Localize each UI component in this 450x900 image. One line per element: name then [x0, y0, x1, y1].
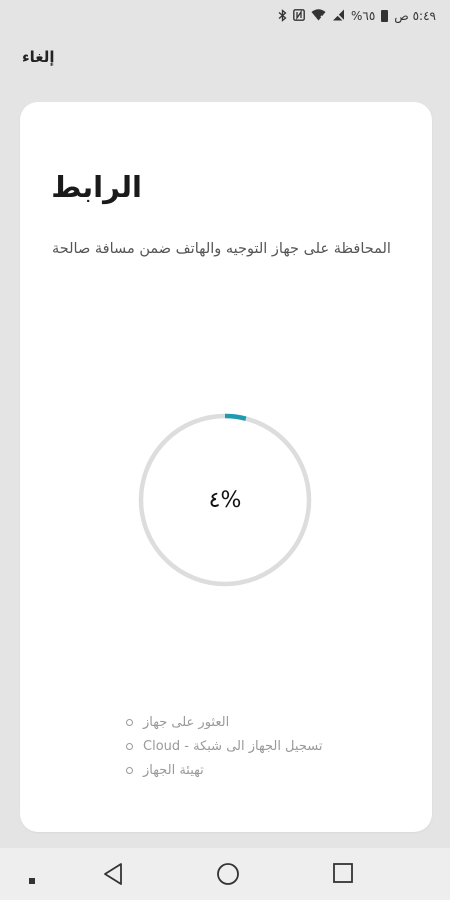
- back-icon[interactable]: [102, 862, 124, 890]
- progress-percent: ٤%: [208, 487, 242, 513]
- step-bullet-icon: [126, 742, 133, 750]
- status-time: ٥:٤٩ ص: [394, 9, 436, 23]
- step-item: تهيئة الجهاز: [126, 758, 322, 782]
- step-bullet-icon: [126, 766, 133, 774]
- wifi-icon: [311, 9, 326, 23]
- page-description: المحافظة على جهاز التوجيه والهاتف ضمن مس…: [52, 241, 391, 257]
- page-title: الرابط: [51, 170, 142, 204]
- step-label: تسجيل الجهاز الى شبكة - Cloud: [143, 738, 323, 754]
- recents-dot-icon[interactable]: [28, 870, 36, 889]
- connection-card: الرابط المحافظة على جهاز التوجيه والهاتف…: [20, 102, 432, 832]
- battery-percent: %٦٥: [350, 9, 376, 23]
- navigation-bar: [0, 848, 450, 900]
- steps-list: العثور على جهاز تسجيل الجهاز الى شبكة - …: [126, 710, 322, 782]
- progress-indicator: ٤%: [135, 410, 315, 590]
- home-icon[interactable]: [216, 862, 240, 890]
- battery-icon: [381, 10, 389, 22]
- cancel-button[interactable]: إلغاء: [22, 48, 55, 66]
- step-item: تسجيل الجهاز الى شبكة - Cloud: [126, 734, 322, 758]
- signal-off-icon: [332, 9, 345, 23]
- step-item: العثور على جهاز: [126, 710, 322, 734]
- status-bar: %٦٥ ٥:٤٩ ص: [0, 0, 450, 32]
- step-bullet-icon: [126, 718, 133, 726]
- step-label: العثور على جهاز: [143, 714, 230, 730]
- app-bar: إلغاء: [0, 32, 450, 88]
- overview-icon[interactable]: [332, 862, 354, 888]
- nfc-icon: [293, 9, 305, 23]
- bluetooth-icon: [278, 8, 287, 24]
- step-label: تهيئة الجهاز: [143, 762, 204, 778]
